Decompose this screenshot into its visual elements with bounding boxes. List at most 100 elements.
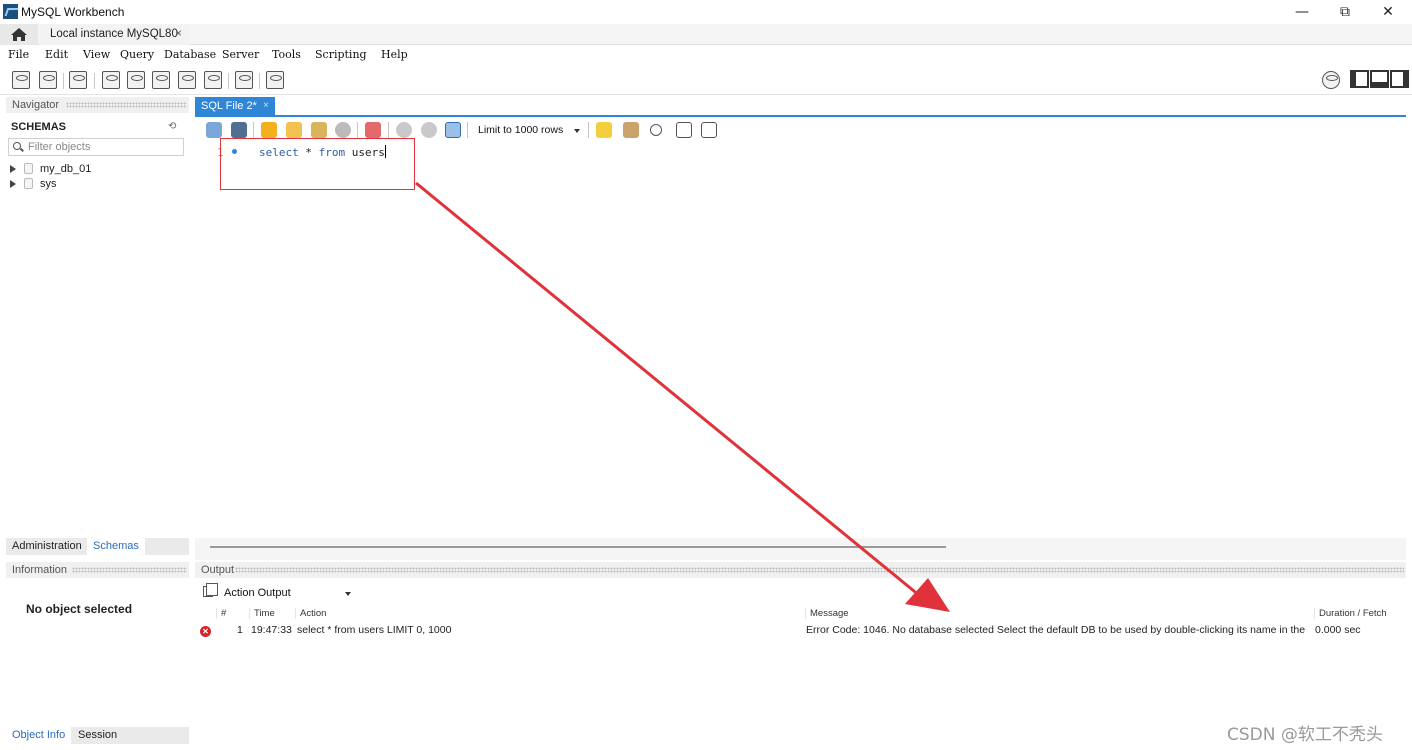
- execute-current-statement-icon[interactable]: [286, 122, 302, 138]
- tab-close-icon[interactable]: ×: [175, 24, 182, 45]
- horizontal-scrollbar[interactable]: [210, 546, 946, 548]
- add-snippet-star-icon[interactable]: [596, 122, 612, 138]
- open-folder-icon[interactable]: [206, 122, 222, 138]
- create-schema-icon[interactable]: [102, 71, 120, 89]
- find-magnifier-icon[interactable]: [650, 124, 662, 136]
- toolbar-separator: [253, 122, 254, 138]
- restore-button[interactable]: ⧉: [1323, 0, 1367, 24]
- chevron-down-icon: [345, 592, 351, 596]
- drag-grip[interactable]: [72, 567, 187, 573]
- table-header: # Time Action Message Duration / Fetch: [195, 604, 1406, 622]
- output-type-select[interactable]: Action Output: [221, 585, 355, 602]
- execute-lightning-icon[interactable]: [261, 122, 277, 138]
- save-icon[interactable]: [231, 122, 247, 138]
- create-procedure-icon[interactable]: [178, 71, 196, 89]
- error-icon: ✕: [200, 626, 211, 637]
- row-time: 19:47:33: [251, 624, 292, 636]
- editor-tab-bar: SQL File 2* ×: [195, 97, 1406, 117]
- home-tab[interactable]: [0, 24, 38, 45]
- tab-administration[interactable]: Administration: [6, 538, 88, 555]
- toolbar-separator: [228, 73, 229, 89]
- tab-close-icon[interactable]: ×: [263, 97, 269, 115]
- autocommit-toggle-icon[interactable]: [445, 122, 461, 138]
- menu-query[interactable]: Query: [120, 48, 154, 61]
- menu-database[interactable]: Database: [164, 48, 216, 61]
- explain-icon[interactable]: [311, 122, 327, 138]
- information-title: Information: [12, 564, 68, 576]
- open-sql-script-icon[interactable]: [39, 71, 57, 89]
- expand-arrow-icon[interactable]: [10, 180, 16, 188]
- create-view-icon[interactable]: [152, 71, 170, 89]
- schema-name: my_db_01: [40, 163, 92, 175]
- toggle-secondary-sidebar-icon[interactable]: [1390, 70, 1409, 88]
- table-row[interactable]: ✕ 1 19:47:33 select * from users LIMIT 0…: [195, 624, 1406, 638]
- menu-view[interactable]: View: [83, 48, 110, 61]
- menu-scripting[interactable]: Scripting: [315, 48, 367, 61]
- column-header[interactable]: #: [216, 608, 226, 619]
- column-header[interactable]: Message: [805, 608, 849, 619]
- information-header: Information: [6, 562, 189, 578]
- information-panel: Information No object selected Object In…: [6, 562, 189, 744]
- toolbar-separator: [357, 122, 358, 138]
- output-toolbar: Action Output: [195, 583, 1406, 603]
- navigator-title: Navigator: [12, 99, 60, 111]
- toolbar-separator: [94, 73, 95, 89]
- toolbar-separator: [588, 122, 589, 138]
- column-header[interactable]: Duration / Fetch: [1314, 608, 1387, 619]
- schemas-refresh-icon[interactable]: ⟲: [168, 121, 176, 132]
- tab-local-instance[interactable]: Local instance MySQL80 ×: [40, 24, 190, 45]
- editor-output-splitter[interactable]: [195, 538, 1406, 560]
- menu-bar: File Edit View Query Database Server Too…: [0, 45, 1412, 65]
- limit-rows-value: Limit to 1000 rows: [478, 124, 564, 136]
- drag-grip[interactable]: [235, 567, 1404, 573]
- commit-icon[interactable]: [396, 122, 412, 138]
- inspector-icon[interactable]: [69, 71, 87, 89]
- menu-file[interactable]: File: [8, 48, 29, 61]
- stop-icon[interactable]: [335, 122, 351, 138]
- create-function-icon[interactable]: [204, 71, 222, 89]
- tab-object-info[interactable]: Object Info: [6, 727, 72, 744]
- word-wrap-icon[interactable]: [701, 122, 717, 138]
- filter-objects-input[interactable]: Filter objects: [8, 138, 184, 156]
- menu-tools[interactable]: Tools: [272, 48, 301, 61]
- schema-item[interactable]: sys: [10, 177, 57, 191]
- menu-server[interactable]: Server: [222, 48, 259, 61]
- minimize-button[interactable]: —: [1280, 0, 1324, 24]
- toolbar-separator: [388, 122, 389, 138]
- reconnect-icon[interactable]: [266, 71, 284, 89]
- toolbar-separator: [467, 122, 468, 138]
- column-header[interactable]: Time: [249, 608, 275, 619]
- create-table-icon[interactable]: [127, 71, 145, 89]
- expand-arrow-icon[interactable]: [10, 165, 16, 173]
- toolbar-separator: [63, 73, 64, 89]
- beautify-brush-icon[interactable]: [623, 122, 639, 138]
- new-sql-tab-icon[interactable]: [12, 71, 30, 89]
- close-button[interactable]: ✕: [1366, 0, 1410, 24]
- window-title: MySQL Workbench: [21, 5, 125, 19]
- annotation-highlight-box: [220, 138, 415, 190]
- tab-sql-file[interactable]: SQL File 2* ×: [195, 97, 275, 115]
- navigator-tabs: Administration Schemas: [6, 538, 189, 555]
- schema-item[interactable]: my_db_01: [10, 162, 91, 176]
- menu-edit[interactable]: Edit: [45, 48, 68, 61]
- information-tabs: Object Info Session: [6, 727, 189, 744]
- tab-session[interactable]: Session: [72, 727, 123, 744]
- search-table-data-icon[interactable]: [235, 71, 253, 89]
- toggle-output-icon[interactable]: [1370, 70, 1389, 88]
- menu-help[interactable]: Help: [381, 48, 408, 61]
- preferences-gear-icon[interactable]: [1322, 71, 1340, 89]
- main-toolbar: [0, 65, 1412, 95]
- toggle-stop-on-error-icon[interactable]: [365, 122, 381, 138]
- drag-grip[interactable]: [66, 102, 187, 108]
- limit-rows-select[interactable]: Limit to 1000 rows: [472, 122, 584, 139]
- tab-local-instance-label: Local instance MySQL80: [50, 28, 178, 40]
- invisible-characters-icon[interactable]: [676, 122, 692, 138]
- toggle-sidebar-icon[interactable]: [1350, 70, 1369, 88]
- title-bar: MySQL Workbench — ⧉ ✕: [0, 0, 1412, 24]
- rollback-icon[interactable]: [421, 122, 437, 138]
- tab-schemas[interactable]: Schemas: [87, 538, 145, 555]
- sql-editor[interactable]: 1 select * from users: [195, 142, 1406, 538]
- row-duration: 0.000 sec: [1315, 624, 1361, 636]
- copy-icon[interactable]: [203, 583, 218, 597]
- column-header[interactable]: Action: [295, 608, 326, 619]
